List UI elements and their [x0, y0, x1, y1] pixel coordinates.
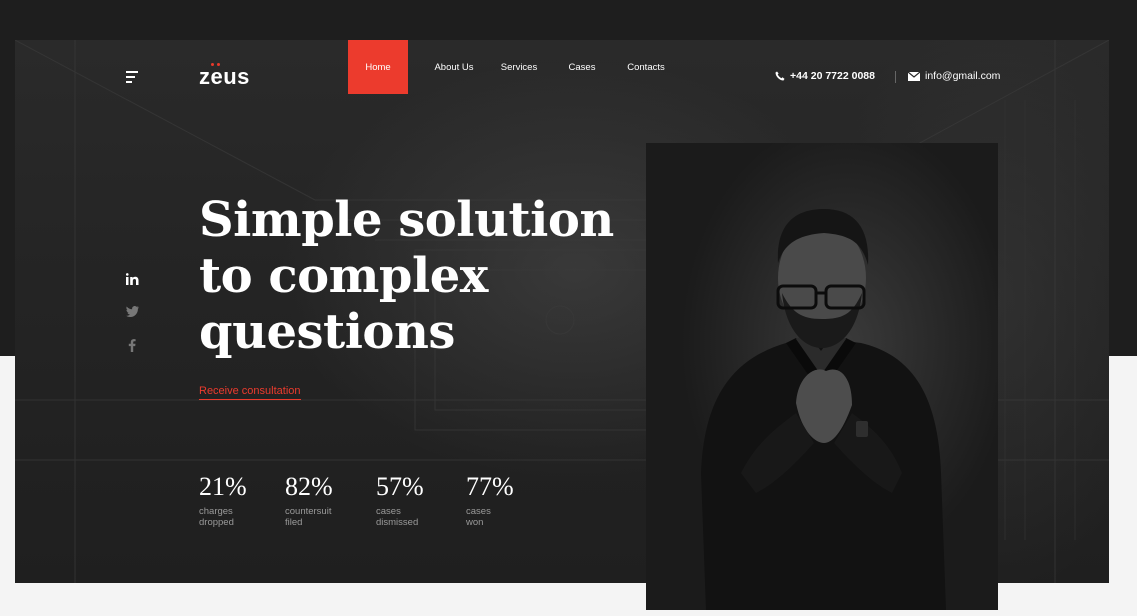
stat-label-line: charges: [199, 506, 233, 517]
email-contact[interactable]: info@gmail.com: [908, 70, 1000, 82]
lawyer-portrait-photo: [646, 143, 998, 610]
portrait-illustration: [701, 209, 946, 610]
headline-line: questions: [199, 304, 455, 360]
stat-label-line: cases: [466, 506, 491, 517]
nav-item-home[interactable]: Home: [348, 40, 408, 94]
linkedin-icon[interactable]: [123, 270, 141, 288]
stat-label-line: won: [466, 517, 484, 528]
logo[interactable]: zeus: [199, 64, 250, 90]
stat-label: cases won: [466, 506, 536, 528]
facebook-icon[interactable]: [123, 336, 141, 354]
email-address: info@gmail.com: [925, 70, 1001, 82]
receive-consultation-link[interactable]: Receive consultation: [199, 385, 301, 400]
stat-countersuit-filed: 82% countersuit filed: [285, 472, 355, 528]
stat-label-line: countersuit: [285, 506, 332, 517]
phone-icon: [775, 71, 785, 81]
stat-value: 82%: [285, 472, 333, 501]
stat-value: 57%: [376, 472, 424, 501]
phone-contact[interactable]: +44 20 7722 0088: [775, 70, 875, 82]
stat-label-line: dropped: [199, 517, 234, 528]
stat-value: 21%: [199, 472, 247, 501]
stat-label-line: dismissed: [376, 517, 419, 528]
hamburger-menu-icon[interactable]: [126, 71, 140, 83]
headline-line: to complex: [199, 248, 488, 304]
main-nav: Home About Us Services Cases Contacts: [348, 40, 680, 94]
twitter-icon[interactable]: [123, 302, 141, 320]
stat-charges-dropped: 21% charges dropped: [199, 472, 269, 528]
nav-item-contacts[interactable]: Contacts: [612, 40, 680, 94]
logo-accent-dots: [211, 63, 220, 67]
stat-label-line: cases: [376, 506, 401, 517]
nav-item-cases[interactable]: Cases: [552, 40, 612, 94]
stat-label-line: filed: [285, 517, 303, 528]
hero-headline: Simple solution to complex questions: [199, 192, 639, 360]
nav-item-about-us[interactable]: About Us: [422, 40, 486, 94]
stat-label: charges dropped: [199, 506, 269, 528]
phone-number: +44 20 7722 0088: [790, 70, 875, 82]
contact-divider: [895, 71, 896, 83]
nav-item-services[interactable]: Services: [486, 40, 552, 94]
stat-label: countersuit filed: [285, 506, 355, 528]
headline-line: Simple solution: [199, 192, 614, 248]
stat-label: cases dismissed: [376, 506, 446, 528]
stat-cases-dismissed: 57% cases dismissed: [376, 472, 446, 528]
stat-cases-won: 77% cases won: [466, 472, 536, 528]
envelope-icon: [908, 71, 920, 81]
stat-value: 77%: [466, 472, 514, 501]
